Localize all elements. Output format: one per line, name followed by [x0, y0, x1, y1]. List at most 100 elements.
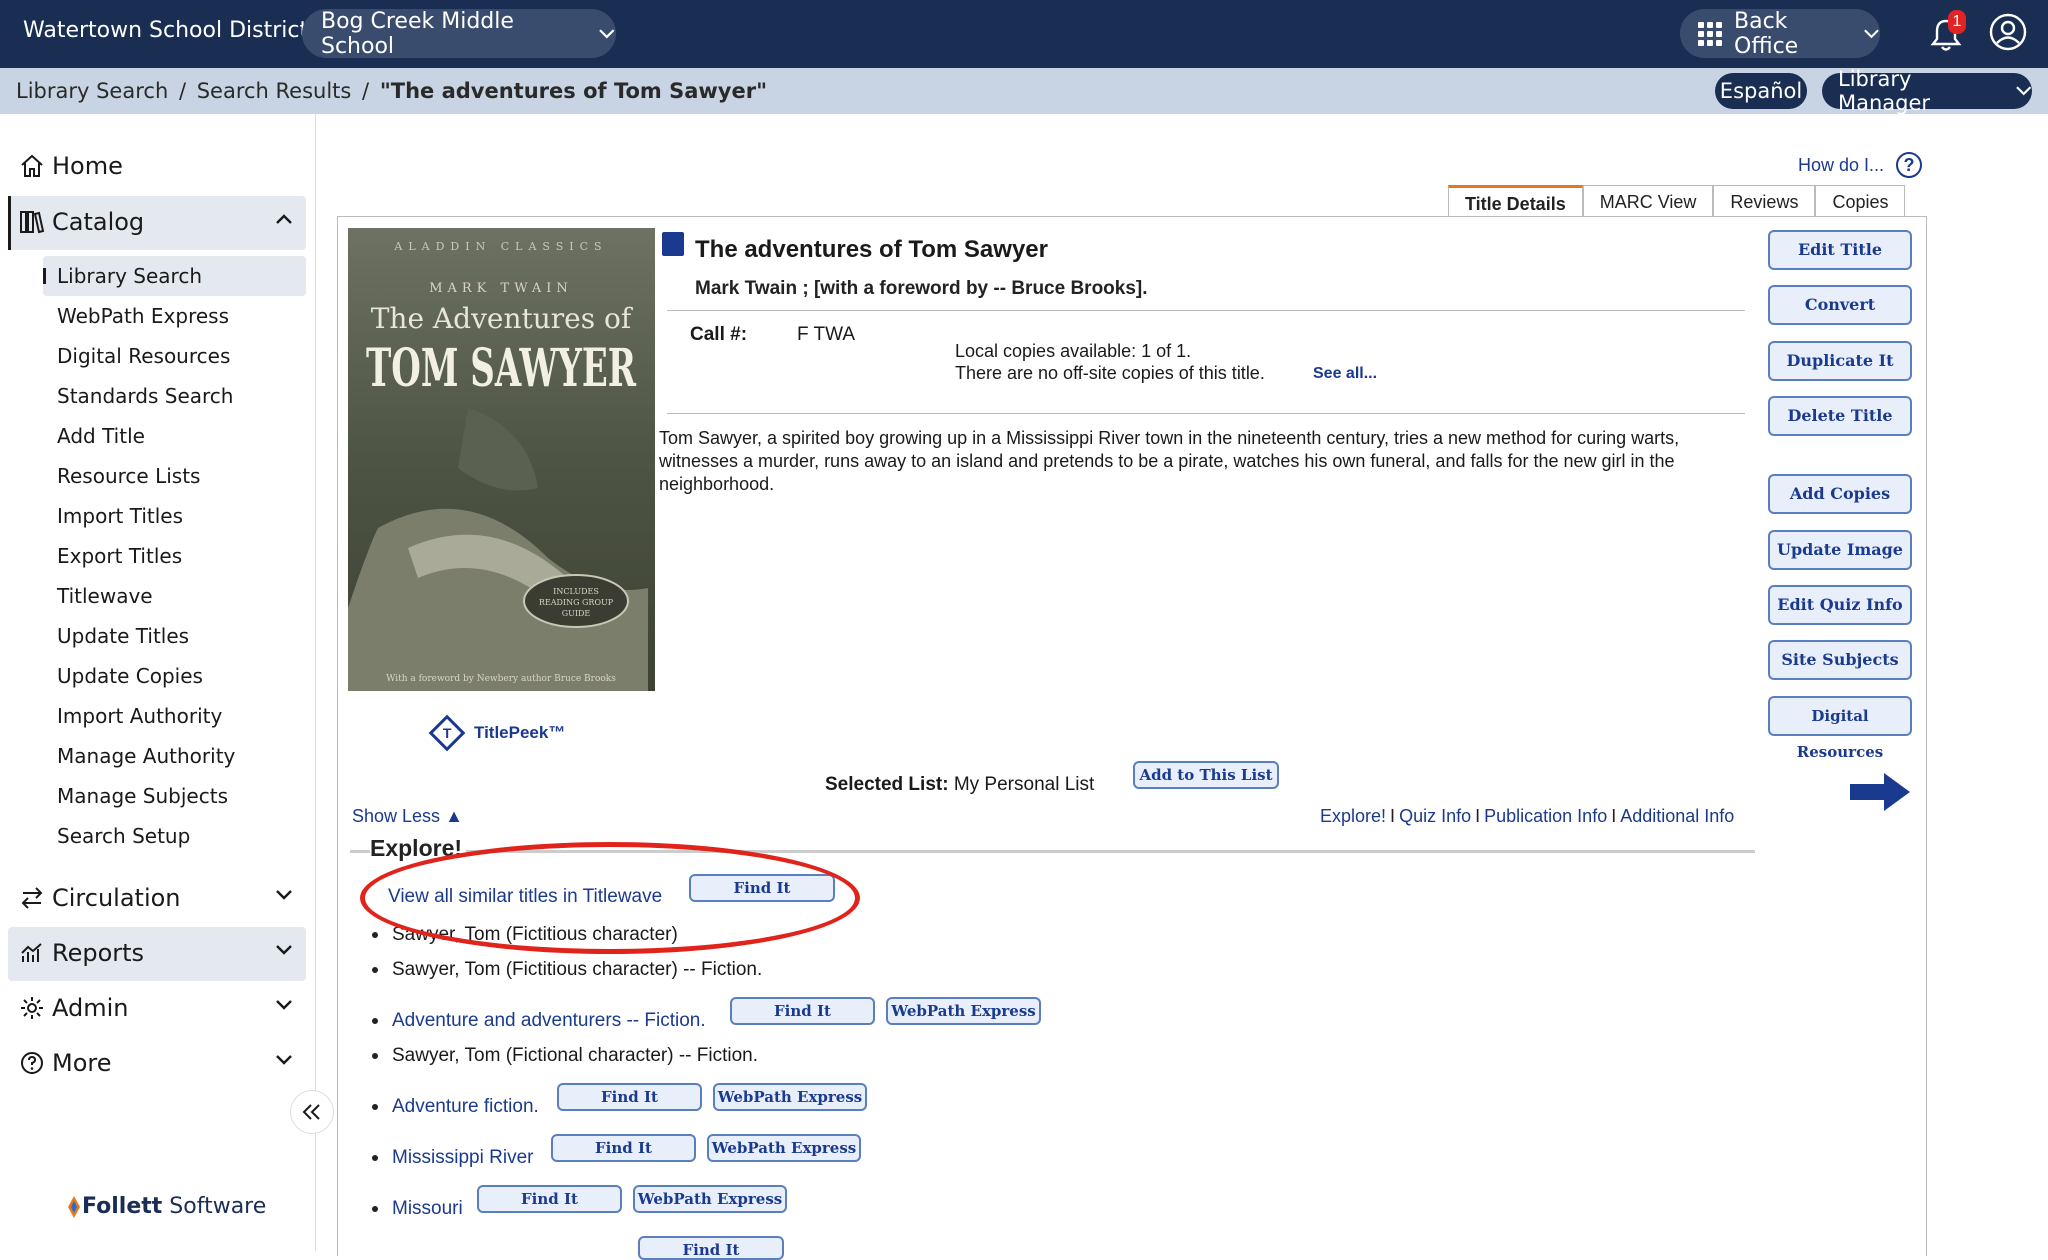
- sidebar-section-label: More: [52, 1049, 112, 1077]
- publication-info-link[interactable]: Publication Info: [1484, 806, 1607, 826]
- breadcrumb-library-search[interactable]: Library Search: [16, 79, 168, 103]
- reports-chart-icon: [18, 939, 46, 967]
- active-section-indicator: [8, 196, 11, 250]
- delete-title-button[interactable]: Delete Title: [1768, 396, 1912, 436]
- sidebar-section-label: Circulation: [52, 884, 181, 912]
- sidebar-item-webpath-express[interactable]: WebPath Express: [57, 304, 229, 328]
- add-copies-button[interactable]: Add Copies: [1768, 474, 1912, 514]
- duplicate-it-button[interactable]: Duplicate It: [1768, 341, 1912, 381]
- sidebar-item-import-authority[interactable]: Import Authority: [57, 704, 222, 728]
- tab-copies[interactable]: Copies: [1815, 185, 1906, 217]
- selected-list: Selected List: My Personal List: [825, 774, 1094, 796]
- how-do-i-link[interactable]: How do I... ?: [1798, 152, 1923, 178]
- sidebar-item-update-titles[interactable]: Update Titles: [57, 624, 189, 648]
- chevron-down-icon: [1864, 29, 1879, 38]
- sidebar-item-digital-resources[interactable]: Digital Resources: [57, 344, 230, 368]
- find-it-button[interactable]: Find It: [551, 1134, 696, 1162]
- help-circle-icon: [18, 1049, 46, 1077]
- book-cover-image[interactable]: ALADDIN CLASSICS MARK TWAIN The Adventur…: [348, 228, 655, 691]
- sidebar-item-update-copies[interactable]: Update Copies: [57, 664, 203, 688]
- top-bar: Watertown School District Bog Creek Midd…: [0, 0, 2048, 68]
- back-office-menu[interactable]: Back Office: [1680, 9, 1880, 59]
- cover-foreword-text: With a foreword by Newbery author Bruce …: [386, 674, 616, 684]
- chevron-down-icon: [276, 890, 292, 900]
- section-links: Explore! I Quiz Info I Publication Info I Addi…: [1320, 806, 1734, 827]
- sidebar-item-home[interactable]: Home: [18, 152, 123, 180]
- sidebar-item-library-search[interactable]: Library Search: [57, 264, 202, 288]
- find-it-button[interactable]: Find It: [557, 1083, 702, 1111]
- convert-button[interactable]: Convert: [1768, 285, 1912, 325]
- titlepeek-icon: T: [428, 714, 466, 752]
- sidebar-item-titlewave[interactable]: Titlewave: [57, 584, 153, 608]
- subject-link[interactable]: Adventure fiction.: [392, 1096, 539, 1118]
- link-separator: I: [1390, 806, 1396, 826]
- book-summary: Tom Sawyer, a spirited boy growing up in…: [659, 428, 1680, 494]
- cover-title-top: The Adventures of: [371, 302, 634, 335]
- chevron-down-icon: [2015, 86, 2031, 96]
- explore-link[interactable]: Explore!: [1320, 806, 1386, 826]
- triangle-up-icon: ▲: [445, 806, 463, 826]
- sidebar-item-search-setup[interactable]: Search Setup: [57, 824, 190, 848]
- webpath-express-button[interactable]: WebPath Express: [713, 1083, 867, 1111]
- language-toggle-button[interactable]: Español: [1715, 73, 1807, 109]
- sidebar-section-reports[interactable]: Reports: [8, 927, 306, 981]
- district-name[interactable]: Watertown School District: [23, 18, 308, 43]
- quiz-info-link[interactable]: Quiz Info: [1399, 806, 1471, 826]
- cover-title-main: TOM SAWYER: [366, 338, 637, 399]
- role-selector[interactable]: Library Manager: [1822, 67, 2032, 115]
- list-item: Adventure fiction.: [372, 1096, 539, 1118]
- chevron-down-icon: [276, 1000, 292, 1010]
- sidebar-section-catalog[interactable]: Catalog: [8, 196, 306, 250]
- edit-quiz-info-button[interactable]: Edit Quiz Info: [1768, 585, 1912, 625]
- user-account-icon[interactable]: [1988, 12, 2028, 52]
- additional-info-link[interactable]: Additional Info: [1620, 806, 1734, 826]
- webpath-express-button[interactable]: WebPath Express: [707, 1134, 861, 1162]
- breadcrumb-search-results[interactable]: Search Results: [197, 79, 352, 103]
- show-less-link[interactable]: Show Less ▲: [352, 806, 463, 827]
- subject-link[interactable]: Mississippi River: [392, 1147, 533, 1169]
- update-image-button[interactable]: Update Image: [1768, 530, 1912, 570]
- chevron-down-icon: [276, 1055, 292, 1065]
- subject-text: Sawyer, Tom (Fictitious character) -- Fi…: [392, 959, 763, 980]
- sidebar-section-circulation[interactable]: Circulation: [8, 872, 306, 926]
- sidebar-item-add-title[interactable]: Add Title: [57, 424, 145, 448]
- titlepeek-link[interactable]: T TitlePeek™: [428, 714, 565, 752]
- tab-reviews[interactable]: Reviews: [1713, 185, 1816, 217]
- sidebar-section-label: Admin: [52, 994, 129, 1022]
- sidebar-item-export-titles[interactable]: Export Titles: [57, 544, 182, 568]
- breadcrumb-current: "The adventures of Tom Sawyer": [379, 79, 768, 103]
- collapse-sidebar-button[interactable]: [290, 1090, 334, 1134]
- cover-badge-1: INCLUDES: [553, 587, 599, 596]
- active-item-indicator: [43, 268, 46, 284]
- sidebar-item-manage-authority[interactable]: Manage Authority: [57, 744, 235, 768]
- subject-text: Sawyer, Tom (Fictional character) -- Fic…: [392, 1045, 759, 1066]
- sidebar-item-resource-lists[interactable]: Resource Lists: [57, 464, 200, 488]
- edit-title-button[interactable]: Edit Title: [1768, 230, 1912, 270]
- sidebar-section-label: Reports: [52, 939, 145, 967]
- notification-badge: 1: [1948, 10, 1966, 34]
- chevron-down-icon: [276, 945, 292, 955]
- webpath-express-button[interactable]: WebPath Express: [886, 997, 1041, 1025]
- breadcrumb-bar: Library Search / Search Results / "The a…: [0, 67, 2048, 115]
- sidebar-section-admin[interactable]: Admin: [8, 982, 306, 1036]
- sidebar-section-more[interactable]: More: [8, 1037, 306, 1091]
- subject-link[interactable]: Adventure and adventurers -- Fiction.: [392, 1010, 706, 1032]
- subject-link[interactable]: Missouri: [392, 1198, 463, 1220]
- sidebar-item-import-titles[interactable]: Import Titles: [57, 504, 183, 528]
- add-to-this-list-button[interactable]: Add to This List: [1133, 761, 1279, 789]
- site-subjects-button[interactable]: Site Subjects: [1768, 640, 1912, 680]
- see-all-link[interactable]: See all...: [1313, 365, 1377, 383]
- help-icon: ?: [1896, 152, 1923, 178]
- find-it-button[interactable]: Find It: [638, 1236, 784, 1260]
- sidebar-item-standards-search[interactable]: Standards Search: [57, 384, 233, 408]
- school-selector[interactable]: Bog Creek Middle School: [302, 9, 616, 59]
- tab-marc-view[interactable]: MARC View: [1582, 185, 1714, 217]
- find-it-button[interactable]: Find It: [730, 997, 875, 1025]
- tab-title-details[interactable]: Title Details: [1448, 185, 1583, 217]
- sidebar-item-manage-subjects[interactable]: Manage Subjects: [57, 784, 228, 808]
- find-it-button[interactable]: Find It: [477, 1185, 622, 1213]
- webpath-express-button[interactable]: WebPath Express: [633, 1185, 787, 1213]
- digital-resources-button[interactable]: Digital Resources: [1768, 696, 1912, 761]
- home-icon: [18, 152, 46, 180]
- arrow-right-icon[interactable]: [1848, 770, 1912, 814]
